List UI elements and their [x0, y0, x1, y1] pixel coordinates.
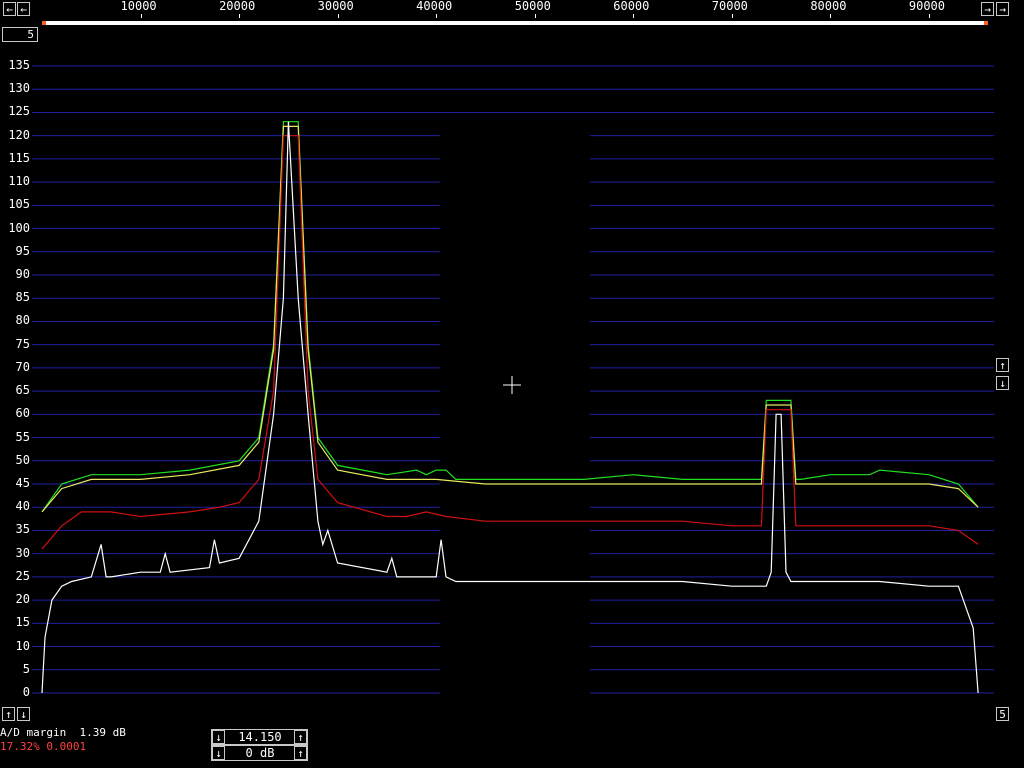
- gain-up-button[interactable]: ↑: [294, 746, 307, 760]
- offset-down-button[interactable]: ↓: [17, 707, 30, 721]
- percent-text: 17.32% 0.0001: [0, 740, 87, 753]
- scale-up-button[interactable]: ↑: [996, 358, 1009, 372]
- gain-spinbox[interactable]: ↓ 0 dB ↑: [211, 745, 308, 761]
- scale-down-button[interactable]: ↓: [996, 376, 1009, 390]
- right-bottom-label: 5: [999, 708, 1006, 721]
- frequency-value: 14.150: [238, 730, 282, 744]
- offset-up-button[interactable]: ↑: [2, 707, 15, 721]
- right-bottom-box[interactable]: 5: [996, 707, 1009, 721]
- up-arrow-icon: ↑: [297, 731, 304, 744]
- down-arrow-icon: ↓: [20, 708, 27, 721]
- frequency-down-button[interactable]: ↓: [212, 730, 225, 744]
- down-arrow-icon: ↓: [999, 377, 1006, 390]
- frequency-spinbox[interactable]: ↓ 14.150 ↑: [211, 729, 308, 745]
- up-arrow-icon: ↑: [5, 708, 12, 721]
- plot-blank-region: [440, 128, 590, 698]
- gain-down-button[interactable]: ↓: [212, 746, 225, 760]
- down-arrow-icon: ↓: [215, 747, 222, 760]
- down-arrow-icon: ↓: [215, 731, 222, 744]
- ad-margin-text: A/D margin 1.39 dB: [0, 726, 126, 739]
- up-arrow-icon: ↑: [999, 359, 1006, 372]
- up-arrow-icon: ↑: [297, 747, 304, 760]
- spectrum-plot[interactable]: [0, 0, 1024, 768]
- frequency-up-button[interactable]: ↑: [294, 730, 307, 744]
- gain-value: 0 dB: [245, 746, 275, 760]
